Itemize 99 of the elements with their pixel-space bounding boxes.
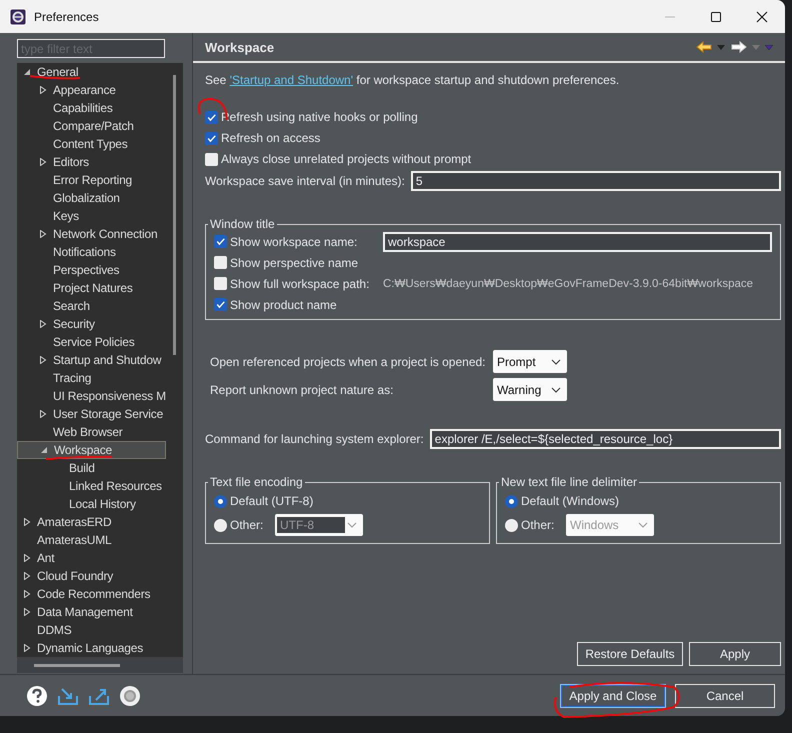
tree-item[interactable]: Tracing — [17, 369, 166, 387]
chevron-icon — [551, 386, 561, 392]
checkbox-label: Show product name — [230, 298, 337, 312]
collapsed-triangle-icon[interactable] — [39, 320, 47, 328]
field-label: Open referenced projects when a project is opened: — [210, 354, 487, 368]
tree-item[interactable]: Network Connection — [17, 225, 166, 243]
chevron-icon — [638, 522, 648, 528]
checkbox[interactable] — [214, 235, 227, 248]
app-icon — [10, 8, 26, 24]
button[interactable]: Apply and Close — [560, 684, 666, 708]
collapsed-triangle-icon[interactable] — [23, 554, 31, 562]
expanded-triangle-icon[interactable] — [40, 446, 48, 454]
tree-item[interactable]: Capabilities — [17, 99, 166, 117]
tree-item[interactable]: Security — [17, 315, 166, 333]
field-label: Workspace save interval (in minutes): — [205, 174, 405, 188]
group-title: Text file encoding — [209, 475, 304, 489]
forward-arrow-icon[interactable] — [731, 41, 747, 53]
tree-item[interactable]: Appearance — [17, 81, 166, 99]
tree-item[interactable]: Editors — [17, 153, 166, 171]
tree-item[interactable]: Ant — [17, 549, 166, 567]
group-title: New text file line delimiter — [500, 475, 638, 489]
radio-label: Default (UTF-8) — [230, 494, 314, 508]
input-field[interactable]: workspace — [383, 232, 772, 252]
window-title: Preferences — [34, 10, 99, 24]
radio-button[interactable] — [505, 494, 518, 508]
tree-item[interactable]: Service Policies — [17, 333, 166, 351]
checkbox-label: Refresh on access — [221, 131, 320, 145]
collapsed-triangle-icon[interactable] — [39, 410, 47, 418]
button[interactable]: Restore Defaults — [577, 642, 683, 666]
expanded-triangle-icon[interactable] — [23, 68, 31, 76]
tree-item[interactable]: Cloud Foundry — [17, 567, 166, 585]
tree-item[interactable]: Project Natures — [17, 279, 166, 297]
radio-label: Other: — [521, 518, 556, 532]
tree-item[interactable]: AmaterasERD — [17, 513, 166, 531]
page-title: Workspace — [205, 40, 274, 54]
annotation-mark — [44, 455, 114, 461]
tree-item[interactable]: Linked Resources — [17, 477, 166, 495]
input-field[interactable]: explorer /E,/select=${selected_resource_loc} — [430, 429, 781, 449]
checkbox[interactable] — [205, 152, 218, 166]
tree-item[interactable]: Keys — [17, 207, 166, 225]
field-label: Report unknown project nature as: — [210, 382, 394, 396]
tree-item[interactable]: Workspace — [17, 441, 166, 459]
checkbox[interactable] — [214, 298, 227, 311]
tree-item[interactable]: Perspectives — [17, 261, 166, 279]
tree-item[interactable]: UI Responsiveness M — [17, 387, 166, 405]
tree-item[interactable]: Build — [17, 459, 166, 477]
help-icon[interactable] — [26, 684, 48, 706]
tree-item[interactable]: AmaterasUML — [17, 531, 166, 549]
collapsed-triangle-icon[interactable] — [39, 356, 47, 364]
field-label: Command for launching system explorer: — [205, 432, 424, 446]
tree-item[interactable]: Data Management — [17, 603, 166, 621]
checkbox-label: Show full workspace path: — [230, 276, 370, 290]
tree-item[interactable]: Globalization — [17, 189, 166, 207]
tree-item[interactable]: Web Browser — [17, 423, 166, 441]
scrollbar-thumb[interactable] — [34, 664, 120, 666]
collapsed-triangle-icon[interactable] — [23, 608, 31, 616]
collapsed-triangle-icon[interactable] — [23, 518, 31, 526]
tree-item[interactable]: Dynamic Languages — [17, 639, 166, 657]
checkbox[interactable] — [205, 132, 218, 144]
tree-item[interactable]: Startup and Shutdow — [17, 351, 166, 369]
checkbox[interactable] — [214, 256, 227, 269]
group-title: Window title — [209, 217, 276, 231]
dropdown[interactable]: Prompt — [493, 350, 567, 373]
collapsed-triangle-icon[interactable] — [39, 230, 47, 238]
tree-item[interactable]: User Storage Service — [17, 405, 166, 423]
collapsed-triangle-icon[interactable] — [39, 86, 47, 94]
tree-item[interactable]: Notifications — [17, 243, 166, 261]
input-field[interactable]: 5 — [410, 171, 781, 191]
collapsed-triangle-icon[interactable] — [23, 590, 31, 598]
back-arrow-icon[interactable] — [696, 41, 712, 53]
tree-item[interactable]: Content Types — [17, 135, 166, 153]
tree-item[interactable]: Error Reporting — [17, 171, 166, 189]
radio-label: Other: — [230, 518, 264, 532]
checkbox[interactable] — [214, 277, 227, 290]
checkbox-label: Show workspace name: — [230, 234, 358, 248]
intro-text: See 'Startup and Shutdown' for workspace startup and shutdown preferences. — [205, 73, 620, 87]
tree-item[interactable]: Compare/Patch — [17, 117, 166, 135]
dropdown[interactable]: Warning — [493, 378, 567, 401]
chevron-icon — [551, 358, 561, 364]
record-icon[interactable] — [119, 684, 141, 706]
scrollbar-thumb[interactable] — [173, 75, 176, 355]
collapsed-triangle-icon[interactable] — [39, 158, 47, 166]
checkbox-label: Show perspective name — [230, 256, 358, 270]
collapsed-triangle-icon[interactable] — [23, 572, 31, 580]
tree-item[interactable]: DDMS — [17, 621, 166, 639]
checkbox[interactable] — [205, 110, 218, 124]
tree-item[interactable]: Search — [17, 297, 166, 315]
radio-button[interactable] — [214, 494, 227, 508]
chevron-icon — [347, 522, 357, 528]
radio-label: Default (Windows) — [521, 494, 620, 508]
tree-item[interactable]: Local History — [17, 495, 166, 513]
button[interactable]: Cancel — [675, 684, 775, 708]
tree-item[interactable]: Code Recommenders — [17, 585, 166, 603]
button[interactable]: Apply — [689, 642, 781, 666]
startup-link[interactable]: 'Startup and Shutdown' — [230, 73, 354, 87]
collapsed-triangle-icon[interactable] — [23, 644, 31, 652]
checkbox-label: Always close unrelated projects without prompt — [221, 152, 472, 166]
tree-item[interactable]: General — [17, 63, 166, 81]
workspace-path: C:₩Users₩daeyun₩Desktop₩eGovFrameDev-3.9.0-64bit₩workspace — [383, 278, 754, 290]
